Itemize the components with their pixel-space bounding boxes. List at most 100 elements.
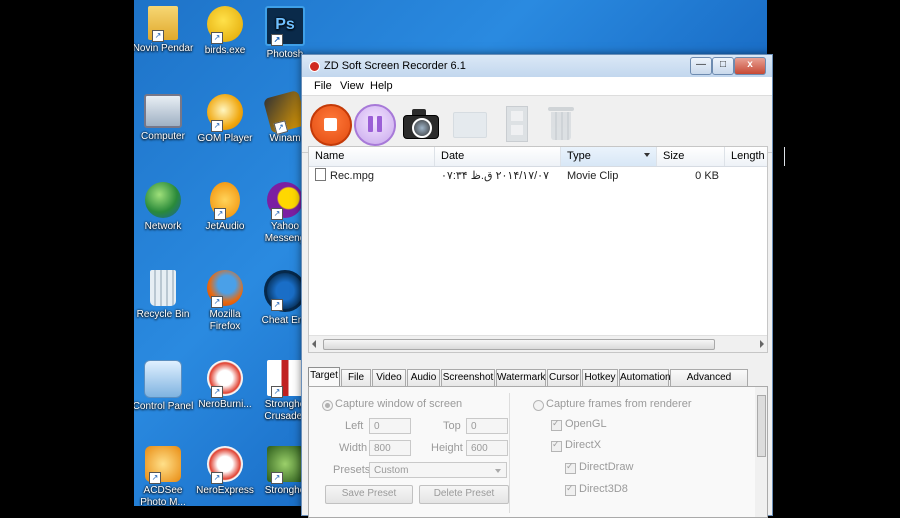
desktop-icon-firefox[interactable]: ↗ Mozilla Firefox	[193, 270, 257, 333]
tab-audio[interactable]: Audio	[407, 369, 440, 386]
scroll-left-icon[interactable]	[312, 340, 316, 348]
desktop-icon-acdsee[interactable]: ↗ ACDSee Photo M...	[134, 446, 195, 506]
column-date[interactable]: Date	[435, 147, 561, 166]
tab-advanced-options[interactable]: Advanced Options	[670, 369, 748, 399]
tab-screenshot[interactable]: Screenshot	[441, 369, 495, 386]
column-type[interactable]: Type	[561, 147, 657, 166]
direct3d8-label: Direct3D8	[579, 483, 628, 495]
top-label: Top	[443, 420, 461, 432]
app-record-icon	[309, 61, 320, 72]
film-icon	[506, 106, 528, 142]
width-input[interactable]: 800	[369, 440, 411, 456]
row-length	[725, 167, 785, 185]
desktop-icon-jetaudio[interactable]: ↗ JetAudio	[193, 182, 257, 233]
desktop-icon-recycle-bin[interactable]: Recycle Bin	[134, 270, 195, 321]
list-item[interactable]: Rec.mpg ۲۰۱۴/۱۷/۰۷ ق.ظ ۰۷:۳۴ Movie Clip …	[309, 167, 767, 185]
screen-recorder-window: ZD Soft Screen Recorder 6.1 — □ x File V…	[301, 54, 785, 518]
desktop-icon-gom-player[interactable]: ↗ GOM Player	[193, 94, 257, 145]
bird-icon: ↗	[207, 6, 243, 44]
directx-checkbox[interactable]	[551, 439, 562, 452]
directdraw-label: DirectDraw	[579, 461, 634, 473]
folder-icon: ↗	[148, 6, 178, 42]
computer-icon	[144, 94, 182, 128]
top-input[interactable]: 0	[466, 418, 508, 434]
stronghold-crusader-icon: ↗	[267, 360, 303, 398]
gom-player-icon: ↗	[207, 94, 243, 132]
left-label: Left	[345, 420, 364, 432]
row-name-text: Rec.mpg	[330, 170, 375, 182]
photoshop-icon: Ps ↗	[265, 6, 305, 46]
left-input[interactable]: 0	[369, 418, 411, 434]
panel-scroll-thumb[interactable]	[757, 395, 766, 457]
column-name[interactable]: Name	[309, 147, 435, 166]
tab-target[interactable]: Target	[308, 367, 340, 386]
capture-renderer-radio[interactable]	[533, 400, 544, 411]
tab-file[interactable]: File	[341, 369, 371, 386]
horizontal-scrollbar[interactable]	[309, 335, 767, 352]
desktop-icon-network[interactable]: Network	[134, 182, 195, 233]
column-size[interactable]: Size	[657, 147, 725, 166]
target-panel: Capture window of screen Left 0 Top 0 Wi…	[308, 386, 768, 518]
menu-file[interactable]: File	[314, 80, 332, 92]
nero-icon: ↗	[207, 360, 243, 398]
screenshot-button[interactable]	[402, 104, 440, 142]
recordings-list[interactable]: Name Date Type Size Length Rec.mpg ۲۰۱۴/…	[308, 146, 785, 353]
presets-value: Custom	[374, 465, 409, 476]
desktop-icon-control-panel[interactable]: Control Panel	[134, 360, 195, 413]
desktop-icon-novin-pendar[interactable]: ↗ Novin Pendar	[134, 6, 195, 55]
save-preset-button[interactable]: Save Preset	[325, 485, 413, 504]
delete-button[interactable]	[542, 104, 580, 142]
play-button[interactable]	[498, 104, 536, 142]
list-header: Name Date Type Size Length	[309, 147, 785, 167]
panel-divider	[509, 393, 510, 513]
trash-icon	[548, 107, 574, 111]
row-size: 0 KB	[695, 170, 719, 182]
folder-icon	[453, 112, 487, 138]
nero-express-icon: ↗	[207, 446, 243, 484]
record-icon	[324, 118, 337, 131]
menu-help[interactable]: Help	[370, 80, 393, 92]
stronghold-icon: ↗	[267, 446, 303, 484]
presets-select[interactable]: Custom	[369, 462, 507, 478]
delete-preset-button[interactable]: Delete Preset	[419, 485, 509, 504]
capture-window-radio[interactable]	[322, 400, 333, 411]
desktop-icon-nero-express[interactable]: ↗ NeroExpress	[193, 446, 257, 497]
desktop-icon-nero-burning[interactable]: ↗ NeroBurni...	[193, 360, 257, 411]
close-button[interactable]: x	[734, 57, 766, 75]
desktop-icon-photoshop[interactable]: Ps ↗ Photosh	[253, 6, 317, 61]
control-panel-icon	[144, 360, 182, 398]
directx-label: DirectX	[565, 439, 602, 451]
cheat-engine-icon: ↗	[264, 270, 306, 312]
tab-video[interactable]: Video	[372, 369, 406, 386]
scroll-right-icon[interactable]	[760, 340, 764, 348]
toolbar	[302, 96, 772, 153]
row-type: Movie Clip	[567, 170, 619, 182]
direct3d8-checkbox[interactable]	[565, 483, 576, 496]
minimize-button[interactable]: —	[690, 57, 712, 75]
desktop-icon-birds[interactable]: ↗ birds.exe	[193, 6, 257, 57]
yahoo-messenger-icon: ↗	[267, 182, 303, 220]
chevron-down-icon	[495, 469, 501, 473]
jetaudio-icon: ↗	[210, 182, 240, 220]
menu-view[interactable]: View	[340, 80, 364, 92]
tab-cursor[interactable]: Cursor	[547, 369, 581, 386]
directdraw-checkbox[interactable]	[565, 461, 576, 474]
panel-vertical-scrollbar[interactable]	[755, 387, 767, 517]
column-length[interactable]: Length	[725, 147, 785, 166]
presets-label: Presets	[333, 464, 371, 476]
record-button[interactable]	[310, 104, 352, 146]
scroll-thumb[interactable]	[323, 339, 715, 350]
menu-bar: File View Help	[302, 77, 772, 96]
opengl-checkbox[interactable]	[551, 418, 562, 431]
tab-automation[interactable]: Automation	[619, 369, 671, 386]
acdsee-icon: ↗	[145, 446, 181, 484]
height-input[interactable]: 600	[466, 440, 508, 456]
tab-watermark[interactable]: Watermark	[496, 369, 546, 386]
pause-button[interactable]	[354, 104, 396, 146]
tab-hotkey[interactable]: Hotkey	[582, 369, 618, 386]
title-bar[interactable]: ZD Soft Screen Recorder 6.1 — □ x	[302, 55, 772, 77]
open-folder-button[interactable]	[450, 104, 488, 142]
desktop-icon-computer[interactable]: Computer	[134, 94, 195, 143]
sort-arrow-icon	[644, 153, 650, 157]
maximize-button[interactable]: □	[712, 57, 734, 75]
